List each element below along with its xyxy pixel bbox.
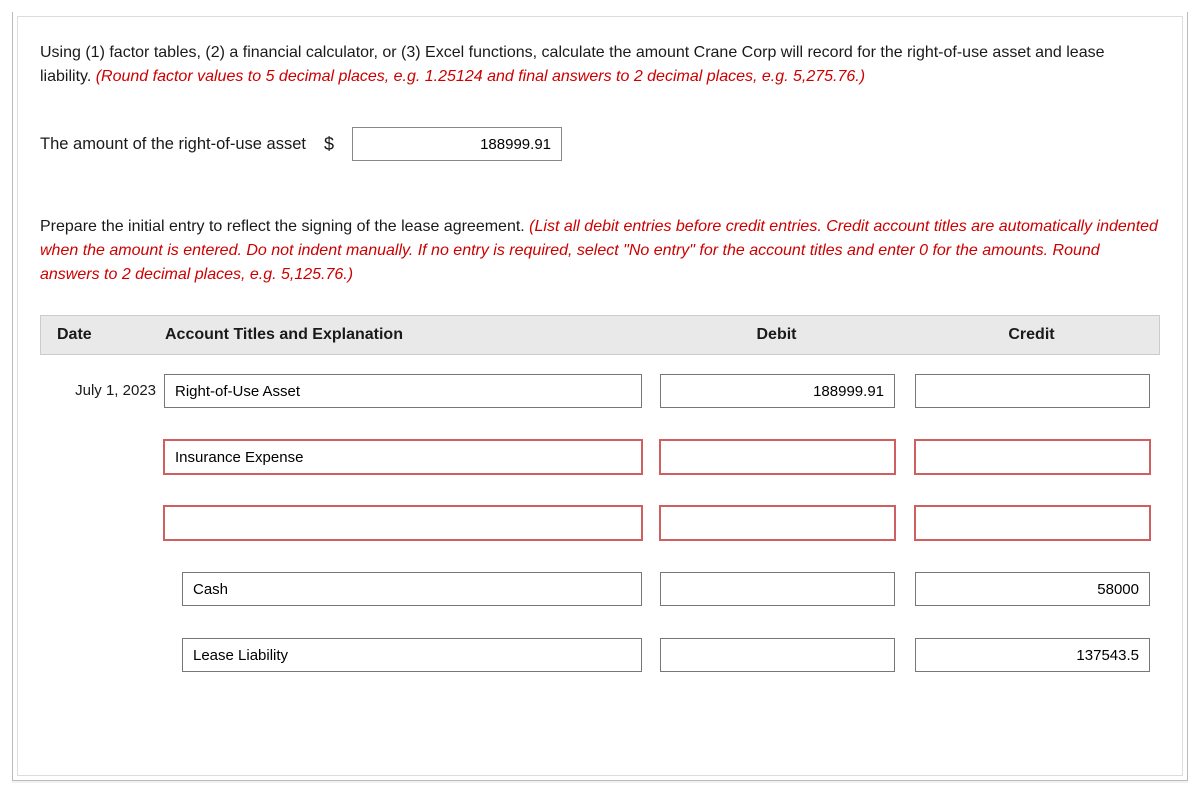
- credit-cell: [905, 432, 1160, 482]
- journal-row: July 1, 2023: [40, 361, 1160, 421]
- journal-row: [40, 427, 1160, 487]
- debit-cell: [650, 432, 905, 482]
- journal-row: [40, 493, 1160, 553]
- debit-input[interactable]: [660, 374, 895, 408]
- amount-label: The amount of the right-of-use asset: [40, 135, 306, 154]
- header-debit: Debit: [649, 326, 904, 344]
- credit-input[interactable]: [915, 440, 1150, 474]
- amount-row: The amount of the right-of-use asset $: [40, 127, 1160, 161]
- journal-row: [40, 559, 1160, 619]
- currency-symbol: $: [324, 134, 334, 155]
- account-cell: [160, 498, 650, 548]
- credit-input[interactable]: [915, 506, 1150, 540]
- credit-cell: [905, 630, 1160, 680]
- question1-instructions: (Round factor values to 5 decimal places…: [96, 68, 865, 85]
- journal-row: [40, 625, 1160, 685]
- question1-text: Using (1) factor tables, (2) a financial…: [40, 41, 1160, 89]
- header-credit: Credit: [904, 326, 1159, 344]
- debit-input[interactable]: [660, 638, 895, 672]
- question2-text: Prepare the initial entry to reflect the…: [40, 215, 1160, 287]
- row-date: July 1, 2023: [40, 381, 160, 401]
- debit-cell: [650, 366, 905, 416]
- account-cell: [160, 630, 650, 680]
- debit-cell: [650, 630, 905, 680]
- debit-input[interactable]: [660, 506, 895, 540]
- account-title-input[interactable]: [182, 572, 642, 606]
- header-account: Account Titles and Explanation: [161, 326, 649, 344]
- debit-input[interactable]: [660, 572, 895, 606]
- credit-cell: [905, 498, 1160, 548]
- journal-header: Date Account Titles and Explanation Debi…: [40, 315, 1160, 355]
- credit-input[interactable]: [915, 638, 1150, 672]
- question2-lead: Prepare the initial entry to reflect the…: [40, 218, 529, 235]
- credit-cell: [905, 366, 1160, 416]
- account-cell: [160, 564, 650, 614]
- credit-input[interactable]: [915, 572, 1150, 606]
- question-panel: Using (1) factor tables, (2) a financial…: [17, 16, 1183, 776]
- account-title-input[interactable]: [164, 506, 642, 540]
- credit-input[interactable]: [915, 374, 1150, 408]
- debit-input[interactable]: [660, 440, 895, 474]
- account-title-input[interactable]: [182, 638, 642, 672]
- account-cell: [160, 432, 650, 482]
- debit-cell: [650, 498, 905, 548]
- credit-cell: [905, 564, 1160, 614]
- debit-cell: [650, 564, 905, 614]
- journal-table: Date Account Titles and Explanation Debi…: [40, 315, 1160, 685]
- header-date: Date: [41, 326, 161, 344]
- account-title-input[interactable]: [164, 374, 642, 408]
- account-cell: [160, 366, 650, 416]
- question-container: Using (1) factor tables, (2) a financial…: [12, 12, 1188, 781]
- account-title-input[interactable]: [164, 440, 642, 474]
- right-of-use-amount-input[interactable]: [352, 127, 562, 161]
